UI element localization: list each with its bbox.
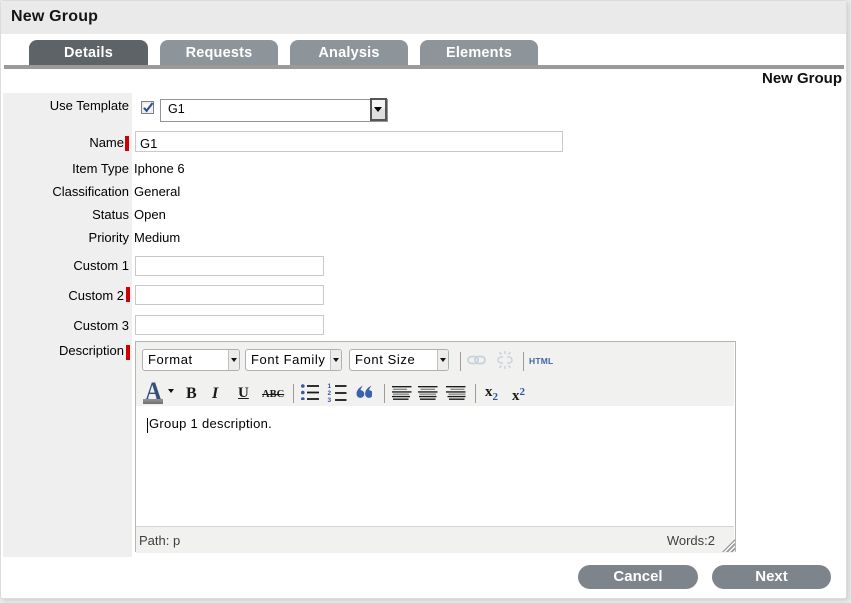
svg-text:2: 2 [328,390,332,397]
svg-text:1: 1 [328,383,332,390]
svg-text:3: 3 [328,397,332,403]
